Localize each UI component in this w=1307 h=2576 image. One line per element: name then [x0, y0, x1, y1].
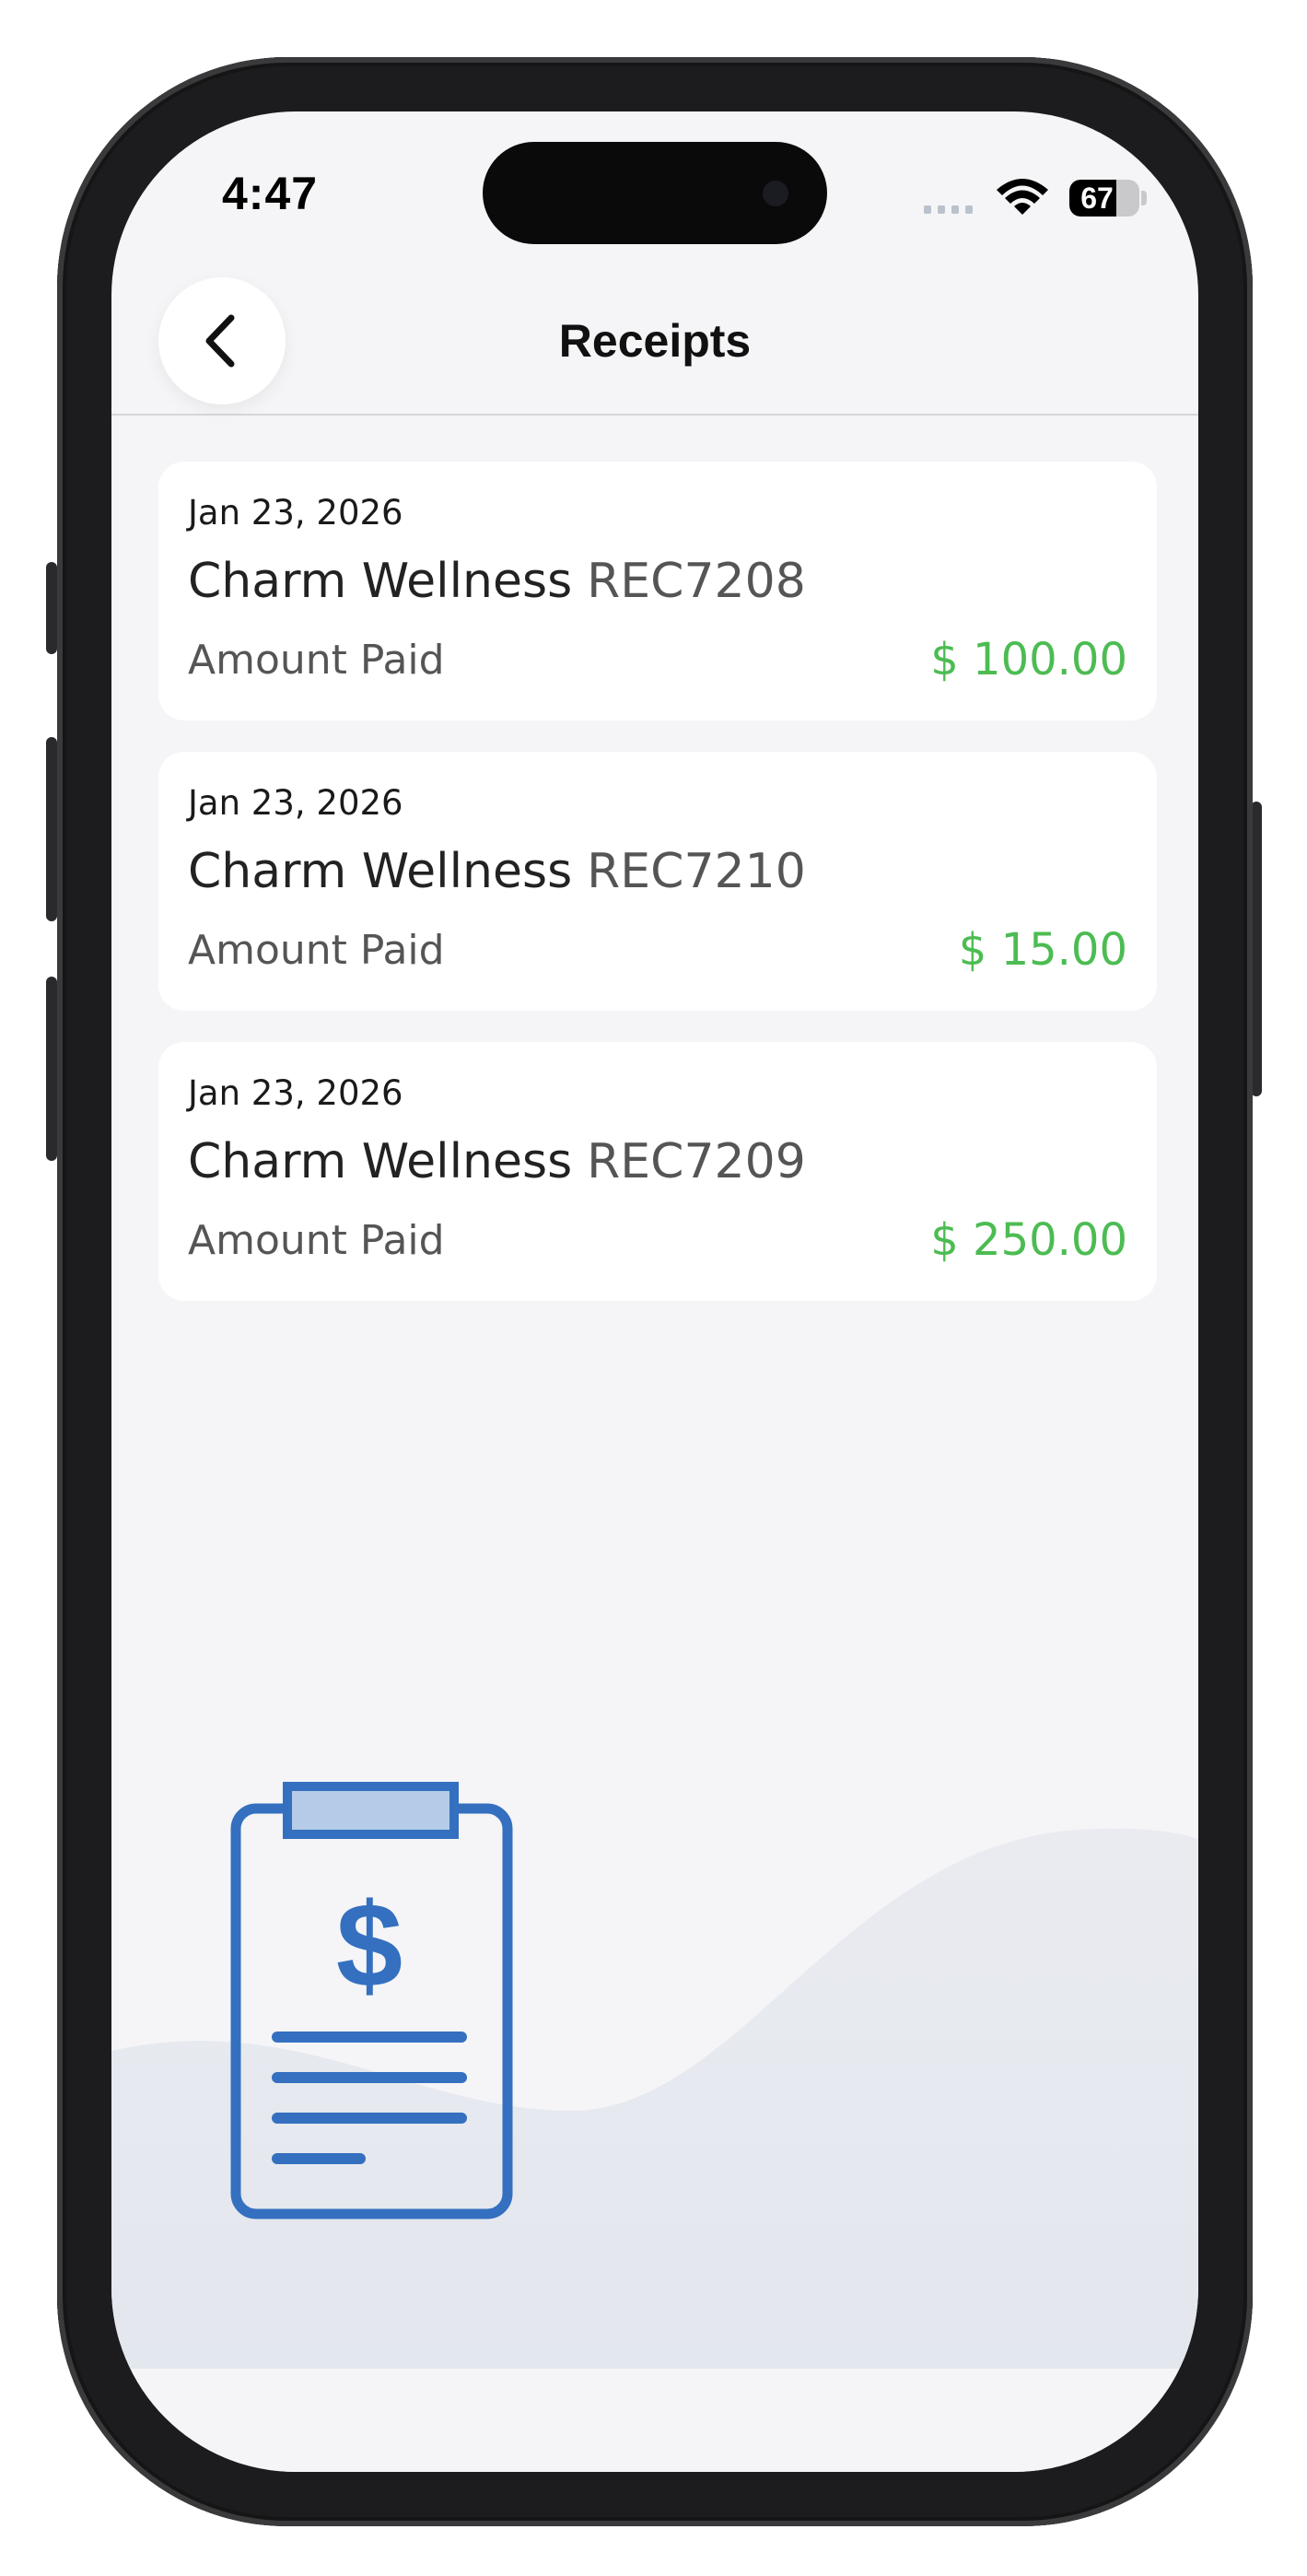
- dollar-sign: $: [336, 1878, 403, 2012]
- volume-up-button: [46, 737, 57, 921]
- receipt-title: Charm Wellness REC7210: [188, 844, 806, 899]
- battery-icon: 67: [1069, 180, 1139, 217]
- device-mockup: 4:47 67 Receipts Jan 23, 2026 Charm Well…: [0, 0, 1307, 2576]
- receipt-merchant: Charm Wellness: [188, 1134, 573, 1189]
- receipts-list: Jan 23, 2026 Charm Wellness REC7208 Amoun…: [158, 462, 1157, 1332]
- receipt-amount: $ 15.00: [958, 924, 1127, 976]
- receipt-amount: $ 100.00: [930, 634, 1127, 685]
- receipt-date: Jan 23, 2026: [188, 493, 403, 533]
- wifi-icon: [997, 179, 1048, 215]
- receipt-card[interactable]: Jan 23, 2026 Charm Wellness REC7208 Amoun…: [158, 462, 1157, 720]
- receipt-card[interactable]: Jan 23, 2026 Charm Wellness REC7210 Amoun…: [158, 752, 1157, 1011]
- receipt-date: Jan 23, 2026: [188, 783, 403, 823]
- battery-level: 67: [1080, 181, 1114, 215]
- receipt-reference: REC7208: [587, 554, 806, 609]
- app-screen: 4:47 67 Receipts Jan 23, 2026 Charm Well…: [111, 111, 1198, 2472]
- battery-cap: [1141, 191, 1147, 205]
- receipt-reference: REC7209: [587, 1134, 806, 1189]
- page-title: Receipts: [558, 315, 752, 367]
- receipt-merchant: Charm Wellness: [188, 554, 573, 609]
- status-time: 4:47: [222, 168, 319, 219]
- dynamic-island: [483, 142, 827, 244]
- receipt-merchant: Charm Wellness: [188, 844, 573, 899]
- receipt-title: Charm Wellness REC7208: [188, 554, 806, 609]
- volume-down-button: [46, 977, 57, 1161]
- amount-label: Amount Paid: [188, 637, 445, 684]
- receipt-amount: $ 250.00: [930, 1214, 1127, 1266]
- amount-label: Amount Paid: [188, 927, 445, 974]
- amount-label: Amount Paid: [188, 1217, 445, 1264]
- bottom-area: [111, 2369, 1198, 2472]
- receipt-clipboard-icon: $: [230, 1782, 513, 2219]
- receipt-card[interactable]: Jan 23, 2026 Charm Wellness REC7209 Amoun…: [158, 1042, 1157, 1301]
- camera-icon: [763, 181, 788, 206]
- receipt-reference: REC7210: [587, 844, 806, 899]
- navigation-bar: Receipts: [111, 259, 1198, 416]
- action-button: [46, 562, 57, 654]
- receipt-title: Charm Wellness REC7209: [188, 1134, 806, 1189]
- receipt-date: Jan 23, 2026: [188, 1073, 403, 1113]
- cellular-signal-icon: [924, 205, 973, 214]
